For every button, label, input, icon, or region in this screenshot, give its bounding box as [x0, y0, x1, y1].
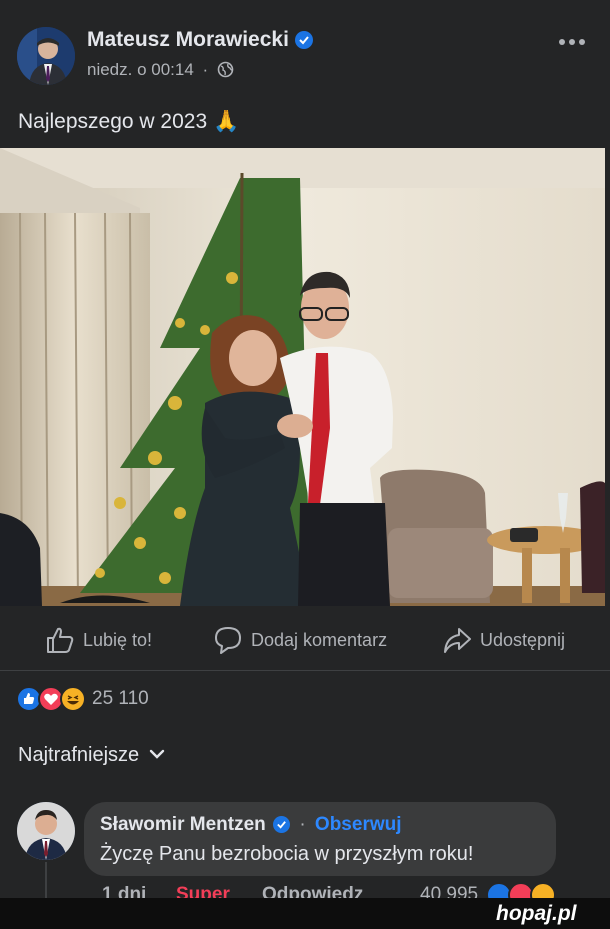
verified-badge-icon: [273, 816, 291, 834]
post-meta: niedz. o 00:14 ·: [87, 60, 234, 83]
meta-separator: ·: [202, 60, 209, 79]
comment-haha-icon: [530, 882, 556, 898]
follow-link[interactable]: Obserwuj: [315, 814, 402, 835]
reply-link[interactable]: Odpowiedz: [262, 884, 363, 898]
like-button[interactable]: Lubię to!: [45, 620, 152, 660]
author-avatar[interactable]: [17, 27, 75, 85]
globe-icon: [217, 61, 234, 83]
watermark-text: hopaj.pl: [496, 902, 577, 925]
comment-header: Sławomir Mentzen · Obserwuj: [100, 814, 402, 836]
commenter-name[interactable]: Sławomir Mentzen: [100, 814, 266, 835]
comment-icon: [215, 627, 241, 654]
post-time[interactable]: niedz. o 00:14: [87, 60, 194, 79]
post-author-name[interactable]: Mateusz Morawiecki: [87, 28, 313, 52]
post-text: Najlepszego w 2023 🙏: [18, 110, 240, 133]
comment-text: Życzę Panu bezrobocia w przyszłym roku!: [100, 843, 474, 865]
verified-badge-icon: [294, 31, 313, 50]
comment-meta: 1 dni Super Odpowiedz 40 995: [0, 880, 610, 898]
share-label: Udostępnij: [480, 629, 566, 650]
commenter-avatar[interactable]: [17, 802, 75, 860]
comment-reaction-count: 40 995: [420, 884, 479, 898]
sort-label: Najtrafniejsze: [18, 744, 140, 766]
reactions-summary[interactable]: 25 110: [16, 686, 216, 714]
comment-button[interactable]: Dodaj komentarz: [213, 620, 387, 660]
post-photo[interactable]: [0, 148, 605, 606]
more-options-icon[interactable]: [558, 34, 586, 45]
actions-divider: [0, 670, 610, 671]
watermark-logo: hopaj.pl: [496, 902, 577, 926]
comment-label: Dodaj komentarz: [251, 629, 388, 650]
haha-reaction-icon: [60, 686, 86, 712]
header-dot: ·: [299, 814, 306, 835]
share-icon: [444, 628, 471, 653]
comment-reaction-label[interactable]: Super: [176, 884, 230, 898]
comment-sort-dropdown[interactable]: Najtrafniejsze: [18, 742, 165, 767]
like-label: Lubię to!: [83, 629, 153, 650]
thumbs-up-icon: [47, 627, 74, 653]
reaction-count: 25 110: [92, 688, 149, 709]
author-name-text[interactable]: Mateusz Morawiecki: [87, 28, 289, 51]
chevron-down-icon: [149, 742, 165, 765]
share-button[interactable]: Udostępnij: [442, 620, 565, 660]
comment-time[interactable]: 1 dni: [102, 884, 146, 898]
